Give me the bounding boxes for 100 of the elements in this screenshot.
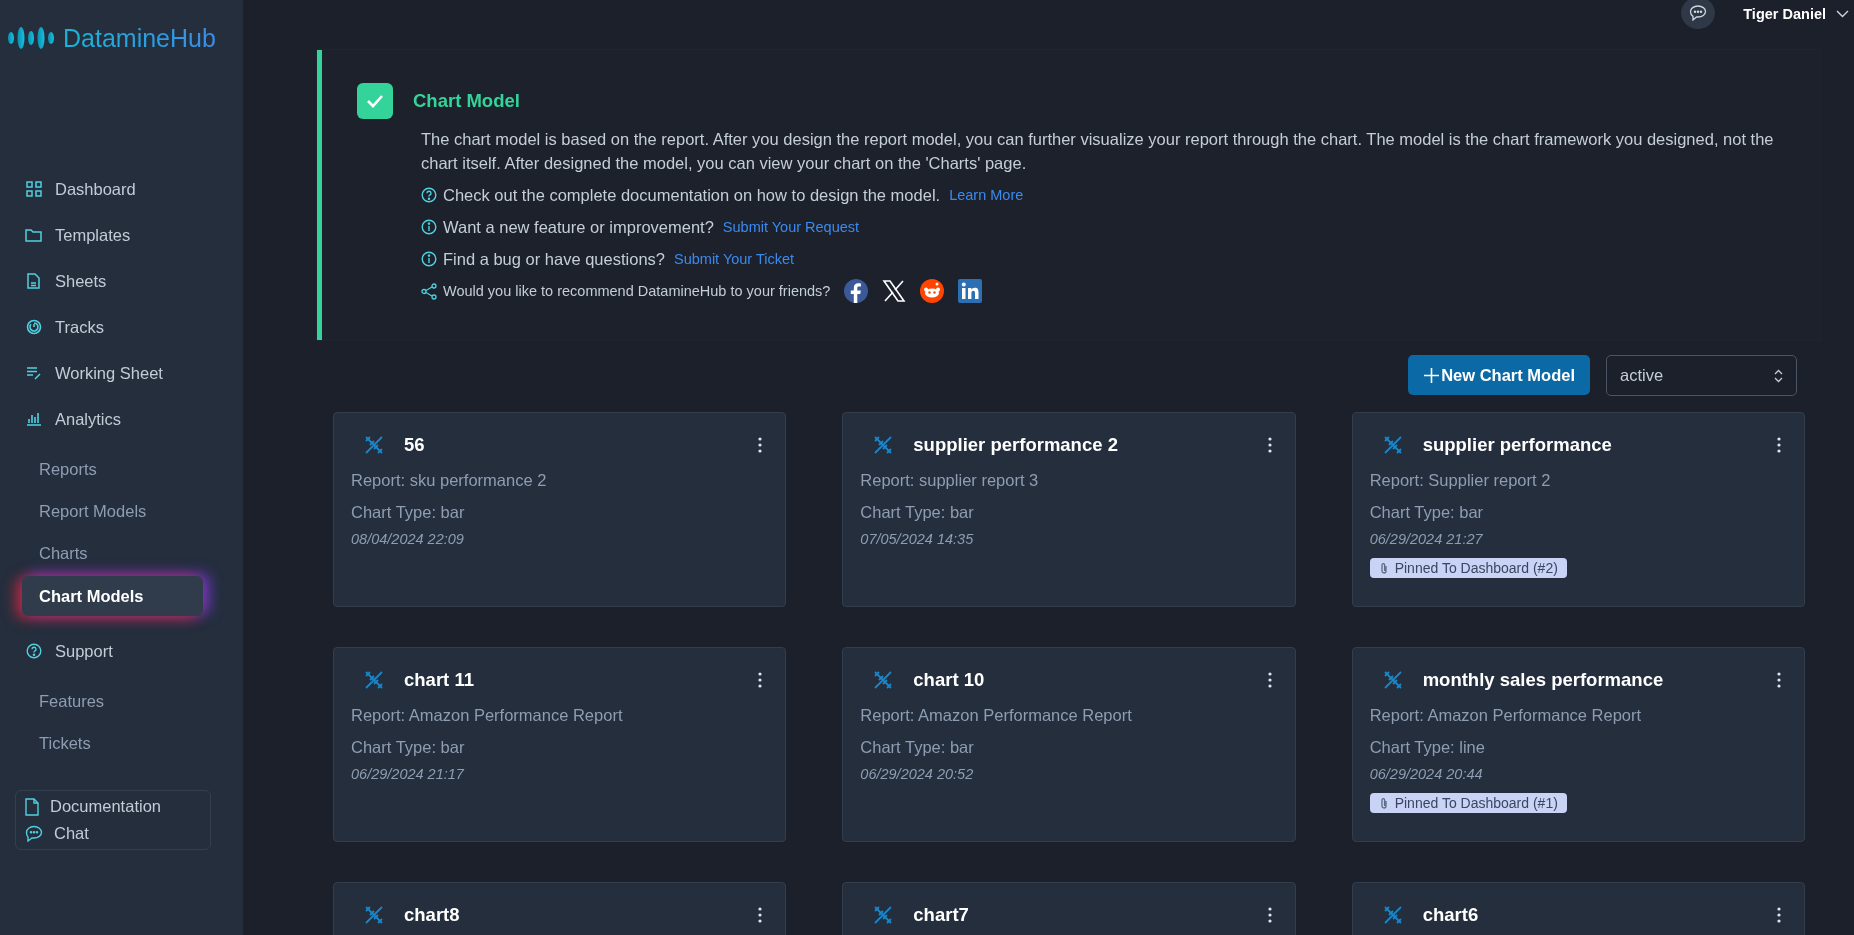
card-title: chart8 xyxy=(404,904,461,926)
chart-model-card[interactable]: chart7 xyxy=(842,882,1296,935)
help-link[interactable]: Submit Your Request xyxy=(722,219,860,235)
nav-item[interactable]: Tracks xyxy=(25,304,104,350)
chart-type: Chart Type: bar xyxy=(860,503,975,522)
status-select[interactable]: active xyxy=(1606,355,1797,396)
chat-button[interactable] xyxy=(1681,0,1716,29)
info-icon xyxy=(421,251,437,267)
more-vertical-icon xyxy=(1777,907,1781,923)
info-icon xyxy=(421,219,437,235)
share-icon xyxy=(421,282,437,300)
chat-bubble-icon xyxy=(1689,5,1708,21)
created-date: 07/05/2024 14:35 xyxy=(860,531,975,547)
footer-link[interactable]: Chat xyxy=(25,824,89,843)
nav-item[interactable]: Working Sheet xyxy=(25,350,163,396)
card-title: supplier performance xyxy=(1422,434,1613,456)
share-text: Would you like to recommend DatamineHub to your friends? xyxy=(443,283,831,299)
document-icon xyxy=(27,273,40,289)
chart-model-card[interactable]: 56 Report: sku performance 2 Chart Type: bar 08/04/2024 22:09 xyxy=(333,412,787,607)
created-date: 06/29/2024 20:44 xyxy=(1369,766,1484,782)
chart-tools-icon xyxy=(1382,670,1403,690)
more-vertical-icon xyxy=(1777,437,1781,453)
list-pen-icon xyxy=(25,366,42,380)
more-vertical-icon xyxy=(1267,672,1272,688)
help-link[interactable]: Learn More xyxy=(949,187,1024,203)
banner-title: Chart Model xyxy=(413,90,520,112)
user-menu[interactable]: Tiger Daniel xyxy=(1743,6,1849,24)
nav-subitem[interactable]: Charts xyxy=(22,532,203,574)
linkedin-icon[interactable] xyxy=(958,279,983,303)
chart-tools-icon xyxy=(364,905,384,925)
sort-arrows-icon xyxy=(1774,368,1783,383)
plus-icon xyxy=(1424,367,1440,383)
created-date: 08/04/2024 22:09 xyxy=(351,531,465,547)
chart-tools-icon xyxy=(1382,435,1403,455)
chart-model-card[interactable]: supplier performance Report: Supplier report 2 Chart Type: bar 06/29/2024 21:27 Pinned To Dashboard (#2) xyxy=(1351,412,1805,607)
chart-tools-icon xyxy=(364,670,384,690)
question-icon xyxy=(421,187,437,203)
chart-model-card[interactable]: chart6 xyxy=(1351,882,1805,935)
more-vertical-icon xyxy=(758,672,763,688)
banner-description: The chart model is based on the report. After you design the report model, you can further visualize your report through the chart. The model is the chart framework you designed, not the chart itself. After designed the model, you can view your chart on the 'Charts' page. xyxy=(421,129,1775,174)
more-vertical-icon xyxy=(758,907,763,923)
nav-item[interactable]: Analytics xyxy=(25,396,122,442)
card-title: 56 xyxy=(404,434,426,456)
help-link[interactable]: Submit Your Ticket xyxy=(674,251,795,267)
footer-link[interactable]: Documentation xyxy=(25,797,161,816)
report-name: Report: sku performance 2 xyxy=(351,471,548,491)
help-text: Check out the complete documentation on how to design the model. xyxy=(443,185,941,205)
grid-icon xyxy=(25,181,42,197)
created-date: 06/29/2024 20:52 xyxy=(860,766,975,782)
chart-type: Chart Type: bar xyxy=(351,738,466,757)
card-title: monthly sales performance xyxy=(1422,669,1665,691)
nav-subitem[interactable]: Reports xyxy=(22,448,203,490)
report-name: Report: Amazon Performance Report xyxy=(1369,706,1643,726)
nav-subitem[interactable]: Chart Models xyxy=(22,576,203,616)
report-name: Report: Amazon Performance Report xyxy=(351,706,624,726)
chart-type: Chart Type: bar xyxy=(1369,503,1485,522)
more-vertical-icon xyxy=(1777,672,1781,688)
chart-tools-icon xyxy=(873,905,894,925)
card-title: chart6 xyxy=(1422,904,1480,926)
target-icon xyxy=(25,319,42,335)
paperclip-icon xyxy=(1379,562,1388,574)
pinned-badge: Pinned To Dashboard (#2) xyxy=(1369,558,1567,578)
bar-chart-icon xyxy=(25,412,42,426)
nav-subitem[interactable]: Report Models xyxy=(22,490,203,532)
check-icon xyxy=(366,94,384,108)
help-text: Want a new feature or improvement? xyxy=(443,217,714,237)
chart-model-card[interactable]: chart8 xyxy=(333,882,787,935)
nav-subitem[interactable]: Tickets xyxy=(22,722,203,764)
chart-tools-icon xyxy=(873,670,894,690)
chart-model-card[interactable]: chart 11 Report: Amazon Performance Report Chart Type: bar 06/29/2024 21:17 xyxy=(333,647,787,842)
nav-item[interactable]: Dashboard xyxy=(25,166,136,212)
x-logo-icon[interactable] xyxy=(882,279,907,303)
card-title: chart 11 xyxy=(404,669,475,691)
created-date: 06/29/2024 21:17 xyxy=(351,766,466,782)
more-vertical-icon xyxy=(1267,907,1272,923)
chat-bubble-icon xyxy=(25,825,43,842)
chart-tools-icon xyxy=(364,435,384,455)
document-icon xyxy=(25,797,39,816)
chart-type: Chart Type: bar xyxy=(860,738,975,757)
question-icon xyxy=(25,643,42,659)
nav-item[interactable]: Templates xyxy=(25,212,131,258)
nav-subitem[interactable]: Features xyxy=(22,680,203,722)
facebook-icon[interactable] xyxy=(844,279,869,303)
new-chart-model-button[interactable]: New Chart Model xyxy=(1408,355,1590,395)
chart-model-card[interactable]: monthly sales performance Report: Amazon Performance Report Chart Type: line 06/29/2024 20:44 Pinned To Dashboard (#1) xyxy=(1351,647,1805,842)
reddit-icon[interactable] xyxy=(920,279,945,303)
card-title: supplier performance 2 xyxy=(913,434,1119,456)
nav-item[interactable]: Sheets xyxy=(25,258,107,304)
nav-item[interactable]: Support xyxy=(25,628,113,674)
chart-tools-icon xyxy=(873,435,894,455)
created-date: 06/29/2024 21:27 xyxy=(1369,531,1484,547)
chart-model-card[interactable]: supplier performance 2 Report: supplier report 3 Chart Type: bar 07/05/2024 14:35 xyxy=(842,412,1296,607)
report-name: Report: Supplier report 2 xyxy=(1369,471,1552,491)
report-name: Report: supplier report 3 xyxy=(860,471,1040,491)
chart-type: Chart Type: line xyxy=(1369,738,1486,757)
more-vertical-icon xyxy=(1267,437,1272,453)
chart-model-card[interactable]: chart 10 Report: Amazon Performance Report Chart Type: bar 06/29/2024 20:52 xyxy=(842,647,1296,842)
chevron-down-icon xyxy=(1836,10,1849,18)
folder-icon xyxy=(25,228,42,242)
more-vertical-icon xyxy=(758,437,763,453)
